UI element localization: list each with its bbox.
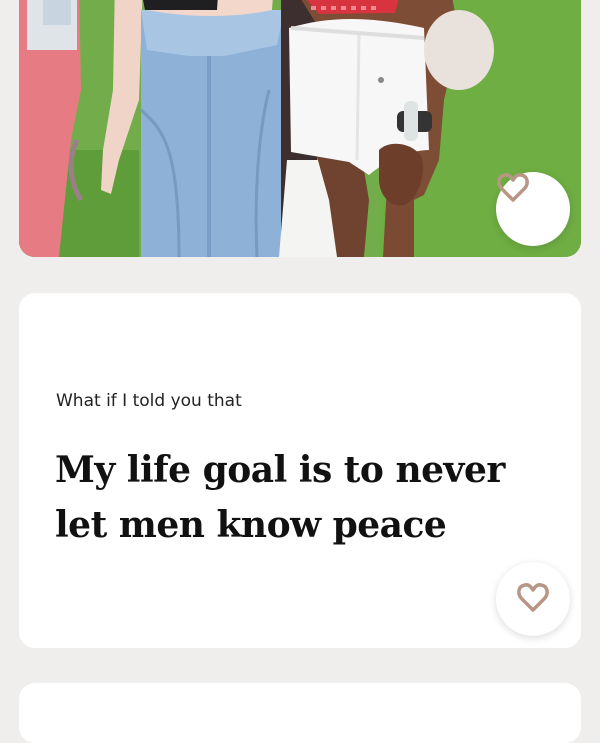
photo-card[interactable] xyxy=(19,0,581,257)
like-photo-button[interactable] xyxy=(496,172,570,246)
prompt-question: What if I told you that xyxy=(56,391,242,411)
prompt-answer: My life goal is to never let men know pe… xyxy=(55,449,505,546)
like-prompt-button[interactable] xyxy=(496,562,570,636)
prompt-card: What if I told you that My life goal is … xyxy=(19,293,581,648)
heart-icon xyxy=(516,582,550,617)
next-profile-card xyxy=(19,683,581,743)
